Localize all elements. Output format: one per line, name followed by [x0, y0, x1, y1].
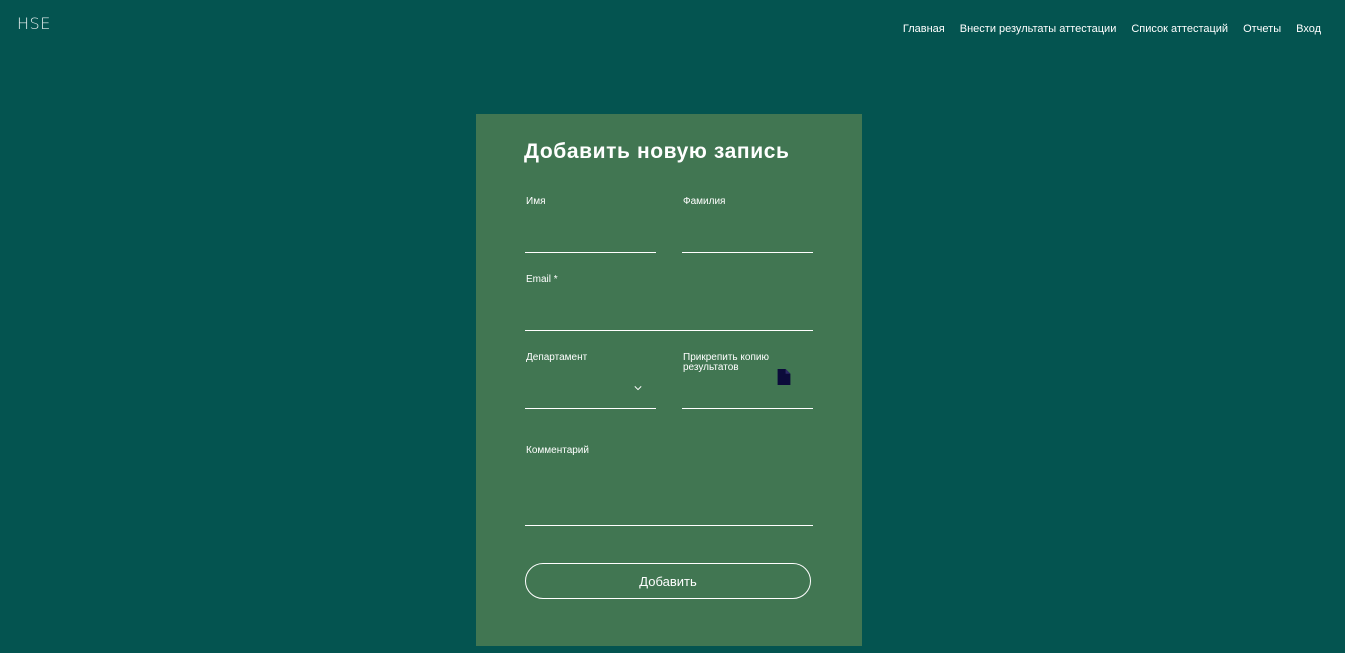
- page: HSE Главная Внести результаты аттестации…: [0, 0, 1345, 653]
- site-logo[interactable]: HSE: [17, 14, 51, 33]
- file-icon[interactable]: [777, 369, 791, 385]
- add-button[interactable]: Добавить: [525, 563, 811, 599]
- department-label: Департамент: [526, 352, 588, 363]
- first-name-underline: [525, 252, 656, 253]
- form-title: Добавить новую запись: [524, 140, 790, 163]
- first-name-input[interactable]: [525, 225, 656, 249]
- last-name-underline: [682, 252, 813, 253]
- attachment-underline: [682, 408, 813, 409]
- nav-link-home[interactable]: Главная: [903, 23, 945, 35]
- nav-link-login[interactable]: Вход: [1296, 23, 1321, 35]
- email-label: Email *: [526, 274, 558, 285]
- attachment-field[interactable]: Прикрепить копию результатов: [682, 353, 813, 409]
- first-name-field: Имя: [525, 197, 656, 253]
- department-select[interactable]: Департамент: [525, 353, 656, 409]
- last-name-field: Фамилия: [682, 197, 813, 253]
- email-underline: [525, 330, 813, 331]
- comment-label: Комментарий: [526, 445, 589, 456]
- comment-field: Комментарий: [525, 446, 813, 526]
- nav-link-enter-results[interactable]: Внести результаты аттестации: [960, 23, 1117, 35]
- last-name-label: Фамилия: [683, 196, 726, 207]
- add-record-form: Добавить новую запись Имя Фамилия Email …: [476, 114, 862, 646]
- email-field: Email *: [525, 275, 813, 331]
- chevron-down-icon[interactable]: [634, 384, 642, 392]
- main-nav: Главная Внести результаты аттестации Спи…: [903, 23, 1321, 35]
- department-underline: [525, 408, 656, 409]
- email-input[interactable]: [525, 303, 813, 327]
- nav-link-reports[interactable]: Отчеты: [1243, 23, 1281, 35]
- attachment-label: Прикрепить копию результатов: [683, 352, 769, 373]
- last-name-input[interactable]: [682, 225, 813, 249]
- first-name-label: Имя: [526, 196, 546, 207]
- comment-underline: [525, 525, 813, 526]
- nav-link-attestation-list[interactable]: Список аттестаций: [1131, 23, 1228, 35]
- comment-textarea[interactable]: [525, 464, 813, 522]
